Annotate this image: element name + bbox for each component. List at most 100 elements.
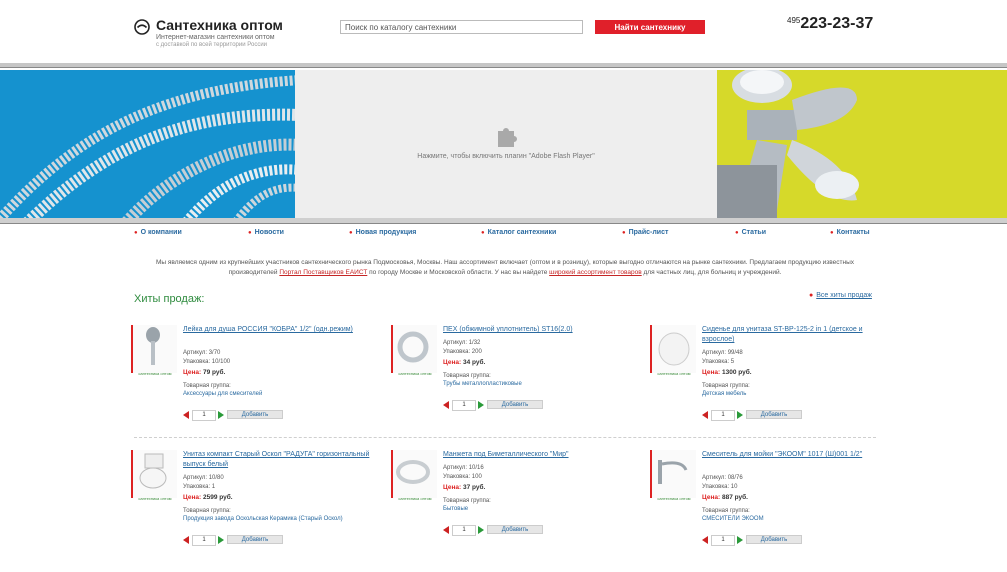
product-name-link[interactable]: Смеситель для мойки "ЭКООМ" 1017 (Ш)001 … xyxy=(702,450,892,460)
bullet-icon: ● xyxy=(735,230,739,236)
logo-title[interactable]: Сантехника оптом xyxy=(156,17,283,33)
product-group-link[interactable]: Продукция завода Оскольская Керамика (Ст… xyxy=(183,516,343,522)
intro-text: Мы являемся одним из крупнейших участник… xyxy=(156,259,854,276)
product-group-label: Товарная группа: xyxy=(702,508,750,514)
thumbnail-caption: сантехника оптом xyxy=(657,496,691,501)
thumbnail-caption: сантехника оптом xyxy=(138,496,172,501)
nav-catalog[interactable]: ● Каталог сантехники xyxy=(481,229,556,236)
product-thumbnail[interactable] xyxy=(650,325,696,373)
header: Сантехника оптом Интернет-магазин сантех… xyxy=(0,0,1007,64)
decrease-icon[interactable] xyxy=(702,536,708,544)
all-hits-link[interactable]: Все хиты продаж xyxy=(816,292,872,299)
product-article: Артикул: 10/80 xyxy=(183,475,224,481)
product-group-label: Товарная группа: xyxy=(443,498,491,504)
product-group-link[interactable]: Детская мебель xyxy=(702,391,746,397)
thumbnail-caption: сантехника оптом xyxy=(398,496,432,501)
quantity-input[interactable]: 1 xyxy=(192,535,216,546)
logo-subtagline: с доставкой по всей территории России xyxy=(156,42,268,48)
product-name-link[interactable]: Унитаз компакт Старый Оскол "РАДУГА" гор… xyxy=(183,450,373,470)
decrease-icon[interactable] xyxy=(183,536,189,544)
increase-icon[interactable] xyxy=(218,411,224,419)
nav-price-list[interactable]: ● Прайс-лист xyxy=(622,229,668,236)
increase-icon[interactable] xyxy=(478,401,484,409)
search-button[interactable]: Найти сантехнику xyxy=(595,20,705,34)
product-card: сантехника оптом Манжета под Биметалличес… xyxy=(391,450,641,560)
quantity-input[interactable]: 1 xyxy=(452,525,476,536)
bullet-icon: ● xyxy=(830,230,834,236)
product-group-label: Товарная группа: xyxy=(183,508,231,514)
product-article: Артикул: 3/70 xyxy=(183,350,221,356)
product-price: Цена: 887 руб. xyxy=(702,494,748,501)
logo-icon[interactable] xyxy=(134,19,150,35)
product-group-link[interactable]: Трубы металлопластиковые xyxy=(443,381,522,387)
add-to-cart-button[interactable]: Добавить xyxy=(487,400,543,409)
product-thumbnail[interactable] xyxy=(391,450,437,498)
quantity-input[interactable]: 1 xyxy=(192,410,216,421)
product-package: Упаковка: 5 xyxy=(702,359,735,365)
product-article: Артикул: 10/16 xyxy=(443,465,484,471)
search-input[interactable] xyxy=(340,20,583,34)
shower-hose-graphic xyxy=(0,75,295,218)
product-thumbnail[interactable] xyxy=(131,325,177,373)
add-to-cart-button[interactable]: Добавить xyxy=(487,525,543,534)
banner-bottom-rule xyxy=(0,218,1007,224)
thumbnail-caption: сантехника оптом xyxy=(657,371,691,376)
phone-digits: 223-23-37 xyxy=(800,15,874,32)
product-name-link[interactable]: Манжета под Биметаллического "Мир" xyxy=(443,450,633,460)
increase-icon[interactable] xyxy=(737,536,743,544)
product-price: Цена: 2599 руб. xyxy=(183,494,233,501)
phone-number: 495223-23-37 xyxy=(787,15,873,33)
product-package: Упаковка: 10 xyxy=(702,484,738,490)
banner-faucet-image xyxy=(717,70,1007,218)
quantity-input[interactable]: 1 xyxy=(711,410,735,421)
product-package: Упаковка: 10/100 xyxy=(183,359,231,365)
add-to-cart-button[interactable]: Добавить xyxy=(227,535,283,544)
product-price: Цена: 79 руб. xyxy=(183,369,226,376)
product-thumbnail[interactable] xyxy=(391,325,437,373)
nav-news[interactable]: ● Новости xyxy=(248,229,284,236)
increase-icon[interactable] xyxy=(737,411,743,419)
quantity-input[interactable]: 1 xyxy=(452,400,476,411)
product-article: Артикул: 99/48 xyxy=(702,350,743,356)
banner-shower-hose-image xyxy=(0,70,295,218)
phone-code: 495 xyxy=(787,16,801,25)
product-name-link[interactable]: Лейка для душа РОССИЯ "КОБРА" 1/2" (одн.… xyxy=(183,325,373,335)
bullet-icon: ● xyxy=(134,230,138,236)
plugin-icon[interactable] xyxy=(493,123,519,149)
add-to-cart-button[interactable]: Добавить xyxy=(227,410,283,419)
product-group-label: Товарная группа: xyxy=(702,383,750,389)
flash-hint[interactable]: Нажмите, чтобы включить плагин "Adobe Fl… xyxy=(295,153,717,160)
product-group-link[interactable]: Бытовые xyxy=(443,506,468,512)
product-card: сантехника оптом Лейка для душа РОССИЯ "К… xyxy=(131,325,381,435)
nav-contacts[interactable]: ● Контакты xyxy=(830,229,870,236)
product-card: сантехника оптом ПЕХ (обжимной уплотнител… xyxy=(391,325,641,435)
bullet-icon: ● xyxy=(622,230,626,236)
product-group-link[interactable]: Аксессуары для смесителей xyxy=(183,391,262,397)
increase-icon[interactable] xyxy=(218,536,224,544)
add-to-cart-button[interactable]: Добавить xyxy=(746,410,802,419)
hits-title: Хиты продаж: xyxy=(134,293,205,305)
add-to-cart-button[interactable]: Добавить xyxy=(746,535,802,544)
product-thumbnail[interactable] xyxy=(650,450,696,498)
product-thumbnail[interactable] xyxy=(131,450,177,498)
product-article: Артикул: 1/32 xyxy=(443,340,481,346)
product-name-link[interactable]: Сиденье для унитаза ST-BP-125-2 in 1 (де… xyxy=(702,325,892,345)
all-hits: ● Все хиты продаж xyxy=(809,292,872,299)
bullet-icon: ● xyxy=(481,230,485,236)
main-nav: ● О компании ● Новости ● Новая продукция ● К… xyxy=(0,229,1007,241)
product-group-label: Товарная группа: xyxy=(183,383,231,389)
increase-icon[interactable] xyxy=(478,526,484,534)
nav-articles[interactable]: ● Статьи xyxy=(735,229,766,236)
intro-link-portal[interactable]: Портал Поставщиков ЕАИСТ xyxy=(279,269,367,276)
decrease-icon[interactable] xyxy=(443,526,449,534)
bullet-icon: ● xyxy=(809,292,814,299)
quantity-input[interactable]: 1 xyxy=(711,535,735,546)
decrease-icon[interactable] xyxy=(183,411,189,419)
product-name-link[interactable]: ПЕХ (обжимной уплотнитель) ST16(2.0) xyxy=(443,325,633,335)
nav-new-products[interactable]: ● Новая продукция xyxy=(349,229,416,236)
decrease-icon[interactable] xyxy=(702,411,708,419)
product-group-link[interactable]: СМЕСИТЕЛИ ЭКООМ xyxy=(702,516,764,522)
intro-link-assortment[interactable]: широкий ассортимент товаров xyxy=(549,269,642,276)
decrease-icon[interactable] xyxy=(443,401,449,409)
nav-about[interactable]: ● О компании xyxy=(134,229,182,236)
